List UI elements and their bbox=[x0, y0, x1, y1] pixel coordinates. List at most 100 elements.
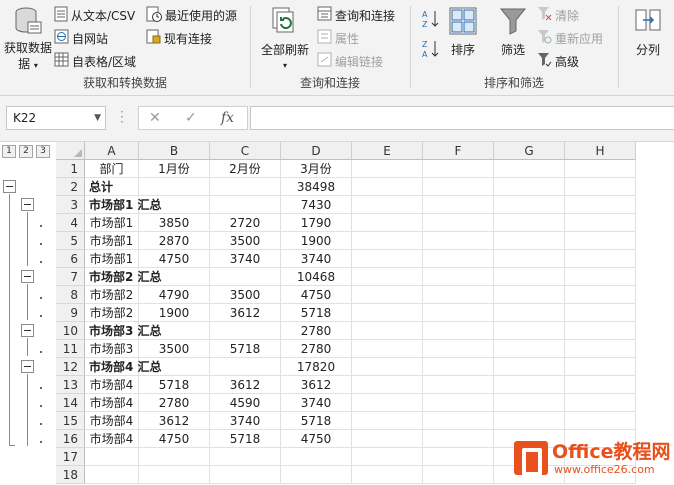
cell-h[interactable] bbox=[565, 412, 636, 430]
cell-d[interactable]: 4750 bbox=[281, 430, 352, 448]
cell-h[interactable] bbox=[565, 250, 636, 268]
cell-b[interactable]: 3612 bbox=[139, 412, 210, 430]
cell-e[interactable] bbox=[352, 214, 423, 232]
cell-e[interactable] bbox=[352, 412, 423, 430]
cell-a[interactable]: 市场部2 bbox=[85, 304, 139, 322]
cell-f[interactable] bbox=[423, 214, 494, 232]
existing-connections-button[interactable]: 现有连接 bbox=[146, 29, 212, 47]
row-header[interactable]: 14 bbox=[56, 394, 85, 412]
cell-f[interactable] bbox=[423, 196, 494, 214]
sort-button[interactable]: 排序 bbox=[445, 6, 481, 58]
cell-f[interactable] bbox=[423, 448, 494, 466]
cell-g[interactable] bbox=[494, 268, 565, 286]
queries-connections-button[interactable]: 查询和连接 bbox=[317, 6, 395, 24]
cell-e[interactable] bbox=[352, 448, 423, 466]
cell-g[interactable] bbox=[494, 178, 565, 196]
cell-d[interactable]: 4750 bbox=[281, 286, 352, 304]
cell-a[interactable]: 市场部4 bbox=[85, 412, 139, 430]
cell-b[interactable]: 1月份 bbox=[139, 160, 210, 178]
cell-h[interactable] bbox=[565, 340, 636, 358]
cell-f[interactable] bbox=[423, 466, 494, 484]
cell-a[interactable]: 市场部2 汇总 bbox=[85, 268, 162, 286]
cell-d[interactable]: 38498 bbox=[281, 178, 352, 196]
recent-sources-button[interactable]: 最近使用的源 bbox=[146, 6, 237, 25]
cell-c[interactable]: 4590 bbox=[210, 394, 281, 412]
cell-d[interactable] bbox=[281, 448, 352, 466]
cell-e[interactable] bbox=[352, 358, 423, 376]
cell-e[interactable] bbox=[352, 430, 423, 448]
cell-c[interactable] bbox=[210, 178, 281, 196]
cell-a[interactable]: 部门 bbox=[85, 160, 139, 178]
column-header-b[interactable]: B bbox=[139, 142, 210, 160]
row-header[interactable]: 18 bbox=[56, 466, 85, 484]
cell-f[interactable] bbox=[423, 322, 494, 340]
cell-f[interactable] bbox=[423, 358, 494, 376]
row-header[interactable]: 15 bbox=[56, 412, 85, 430]
row-header[interactable]: 11 bbox=[56, 340, 85, 358]
cell-g[interactable] bbox=[494, 358, 565, 376]
cell-h[interactable] bbox=[565, 196, 636, 214]
cell-e[interactable] bbox=[352, 340, 423, 358]
from-web-button[interactable]: 自网站 bbox=[54, 29, 108, 47]
get-data-button[interactable]: 获取数据 据 ▾ bbox=[4, 6, 52, 74]
cell-c[interactable]: 3612 bbox=[210, 304, 281, 322]
cell-f[interactable] bbox=[423, 412, 494, 430]
cell-e[interactable] bbox=[352, 250, 423, 268]
column-header-d[interactable]: D bbox=[281, 142, 352, 160]
cell-b[interactable]: 2780 bbox=[139, 394, 210, 412]
cell-e[interactable] bbox=[352, 394, 423, 412]
cell-c[interactable]: 3612 bbox=[210, 376, 281, 394]
cell-b[interactable]: 4790 bbox=[139, 286, 210, 304]
cell-d[interactable]: 7430 bbox=[281, 196, 352, 214]
collapse-icon[interactable] bbox=[3, 180, 16, 193]
row-header[interactable]: 12 bbox=[56, 358, 85, 376]
cell-e[interactable] bbox=[352, 466, 423, 484]
cell-h[interactable] bbox=[565, 268, 636, 286]
sort-descending-button[interactable]: ZA bbox=[421, 38, 439, 61]
cell-c[interactable]: 5718 bbox=[210, 430, 281, 448]
cell-d[interactable] bbox=[281, 466, 352, 484]
cell-a[interactable]: 市场部1 汇总 bbox=[85, 196, 162, 214]
cell-c[interactable]: 3500 bbox=[210, 232, 281, 250]
cell-f[interactable] bbox=[423, 178, 494, 196]
cell-b[interactable] bbox=[139, 466, 210, 484]
cell-h[interactable] bbox=[565, 322, 636, 340]
cell-a[interactable]: 总计 bbox=[85, 178, 139, 196]
row-header[interactable]: 4 bbox=[56, 214, 85, 232]
row-header[interactable]: 2 bbox=[56, 178, 85, 196]
outline-level-3-button[interactable]: 3 bbox=[36, 145, 50, 158]
column-header-c[interactable]: C bbox=[210, 142, 281, 160]
cell-h[interactable] bbox=[565, 394, 636, 412]
cell-a[interactable]: 市场部2 bbox=[85, 286, 139, 304]
cell-a[interactable]: 市场部1 bbox=[85, 232, 139, 250]
cell-b[interactable] bbox=[139, 448, 210, 466]
cell-c[interactable]: 2720 bbox=[210, 214, 281, 232]
clear-filter-button[interactable]: 清除 bbox=[537, 6, 579, 24]
check-icon[interactable]: ✓ bbox=[185, 110, 197, 126]
cell-c[interactable]: 3740 bbox=[210, 412, 281, 430]
refresh-all-button[interactable]: 全部刷新 ▾ bbox=[259, 6, 311, 74]
row-header[interactable]: 3 bbox=[56, 196, 85, 214]
outline-level-2-button[interactable]: 2 bbox=[19, 145, 33, 158]
chevron-down-icon[interactable]: ▼ bbox=[94, 107, 101, 129]
cell-e[interactable] bbox=[352, 322, 423, 340]
cell-c[interactable]: 2月份 bbox=[210, 160, 281, 178]
splitter-handle[interactable]: · · · bbox=[120, 106, 124, 128]
row-header[interactable]: 5 bbox=[56, 232, 85, 250]
cell-d[interactable]: 2780 bbox=[281, 340, 352, 358]
fx-icon[interactable]: fx bbox=[221, 110, 234, 126]
cell-e[interactable] bbox=[352, 196, 423, 214]
cell-f[interactable] bbox=[423, 430, 494, 448]
row-header[interactable]: 16 bbox=[56, 430, 85, 448]
cell-e[interactable] bbox=[352, 286, 423, 304]
cell-a[interactable]: 市场部4 bbox=[85, 394, 139, 412]
cell-e[interactable] bbox=[352, 232, 423, 250]
cell-g[interactable] bbox=[494, 160, 565, 178]
cell-d[interactable]: 17820 bbox=[281, 358, 352, 376]
cell-a[interactable]: 市场部3 bbox=[85, 340, 139, 358]
cell-e[interactable] bbox=[352, 160, 423, 178]
cell-b[interactable]: 4750 bbox=[139, 250, 210, 268]
cell-f[interactable] bbox=[423, 160, 494, 178]
column-header-h[interactable]: H bbox=[565, 142, 636, 160]
cell-g[interactable] bbox=[494, 214, 565, 232]
